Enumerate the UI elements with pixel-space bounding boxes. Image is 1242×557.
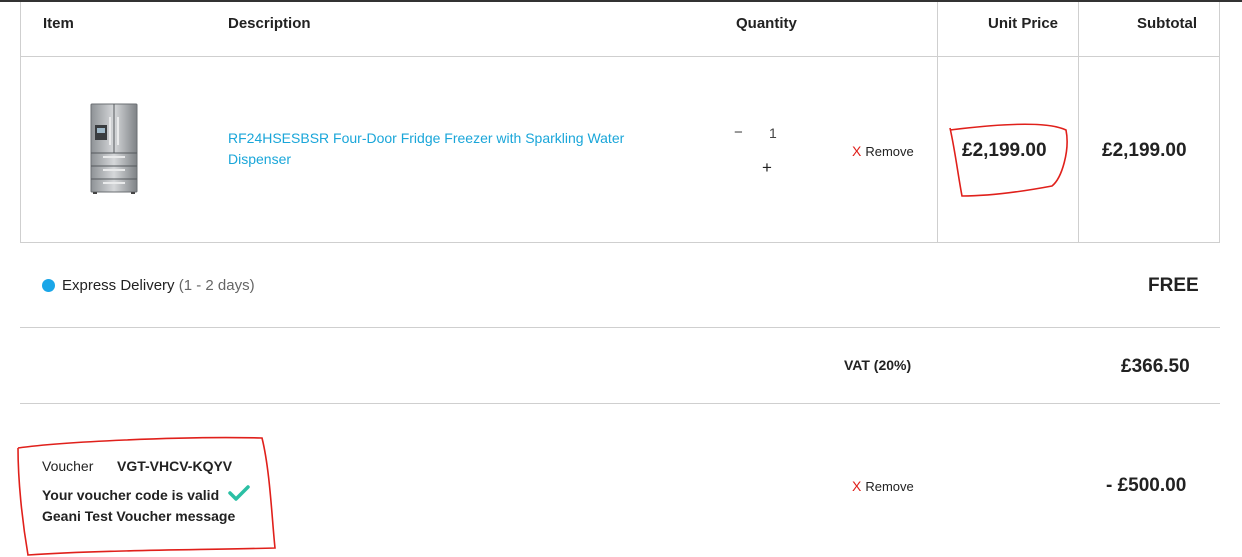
table-right-border — [1219, 2, 1220, 243]
column-header-subtotal: Subtotal — [1137, 15, 1197, 32]
remove-voucher-button[interactable]: X Remove — [852, 478, 914, 494]
remove-voucher-icon: X — [852, 478, 862, 494]
product-name-line-2[interactable]: Dispenser — [228, 149, 698, 170]
remove-product-label: Remove — [865, 143, 914, 159]
remove-icon: X — [852, 143, 862, 159]
unit-price-value: £2,199.00 — [962, 140, 1047, 161]
delivery-option-radio-icon[interactable] — [42, 279, 55, 292]
product-name-line-1[interactable]: RF24HSESBSR Four-Door Fridge Freezer wit… — [228, 128, 698, 149]
delivery-price: FREE — [1148, 275, 1199, 296]
quantity-increment-button[interactable]: + — [762, 158, 772, 178]
remove-voucher-label: Remove — [865, 478, 914, 494]
top-border — [0, 0, 1242, 2]
quantity-value[interactable]: 1 — [769, 125, 777, 141]
vat-label: VAT (20%) — [844, 357, 912, 373]
voucher-discount-amount: - £500.00 — [1106, 475, 1187, 496]
voucher-valid-message: Your voucher code is valid — [42, 487, 220, 503]
delivery-row-divider — [20, 327, 1220, 328]
column-header-item: Item — [43, 15, 74, 32]
voucher-custom-message: Geani Test Voucher message — [42, 508, 236, 524]
column-header-unit-price: Unit Price — [988, 15, 1059, 32]
table-bottom-border — [20, 242, 1220, 243]
delivery-option[interactable]: Express Delivery (1 - 2 days) — [62, 277, 255, 294]
column-header-quantity: Quantity — [736, 15, 797, 32]
header-row-divider — [20, 56, 1220, 57]
quantity-decrement-button[interactable]: − — [734, 124, 743, 141]
vat-row-divider — [20, 403, 1220, 404]
subtotal-column-divider — [1078, 2, 1079, 243]
delivery-duration: (1 - 2 days) — [178, 277, 255, 294]
subtotal-value: £2,199.00 — [1102, 140, 1187, 161]
voucher-label: Voucher — [42, 458, 94, 474]
check-icon — [228, 484, 250, 502]
voucher-code: VGT-VHCV-KQYV — [117, 458, 233, 474]
remove-product-button[interactable]: X Remove — [852, 143, 914, 159]
unit-price-column-divider — [937, 2, 938, 243]
vat-amount: £366.50 — [1121, 356, 1190, 377]
delivery-label: Express Delivery — [62, 277, 175, 294]
product-name-link[interactable]: RF24HSESBSR Four-Door Fridge Freezer wit… — [228, 128, 698, 170]
column-header-description: Description — [228, 15, 311, 32]
product-image[interactable] — [89, 103, 139, 195]
table-left-border — [20, 2, 21, 243]
